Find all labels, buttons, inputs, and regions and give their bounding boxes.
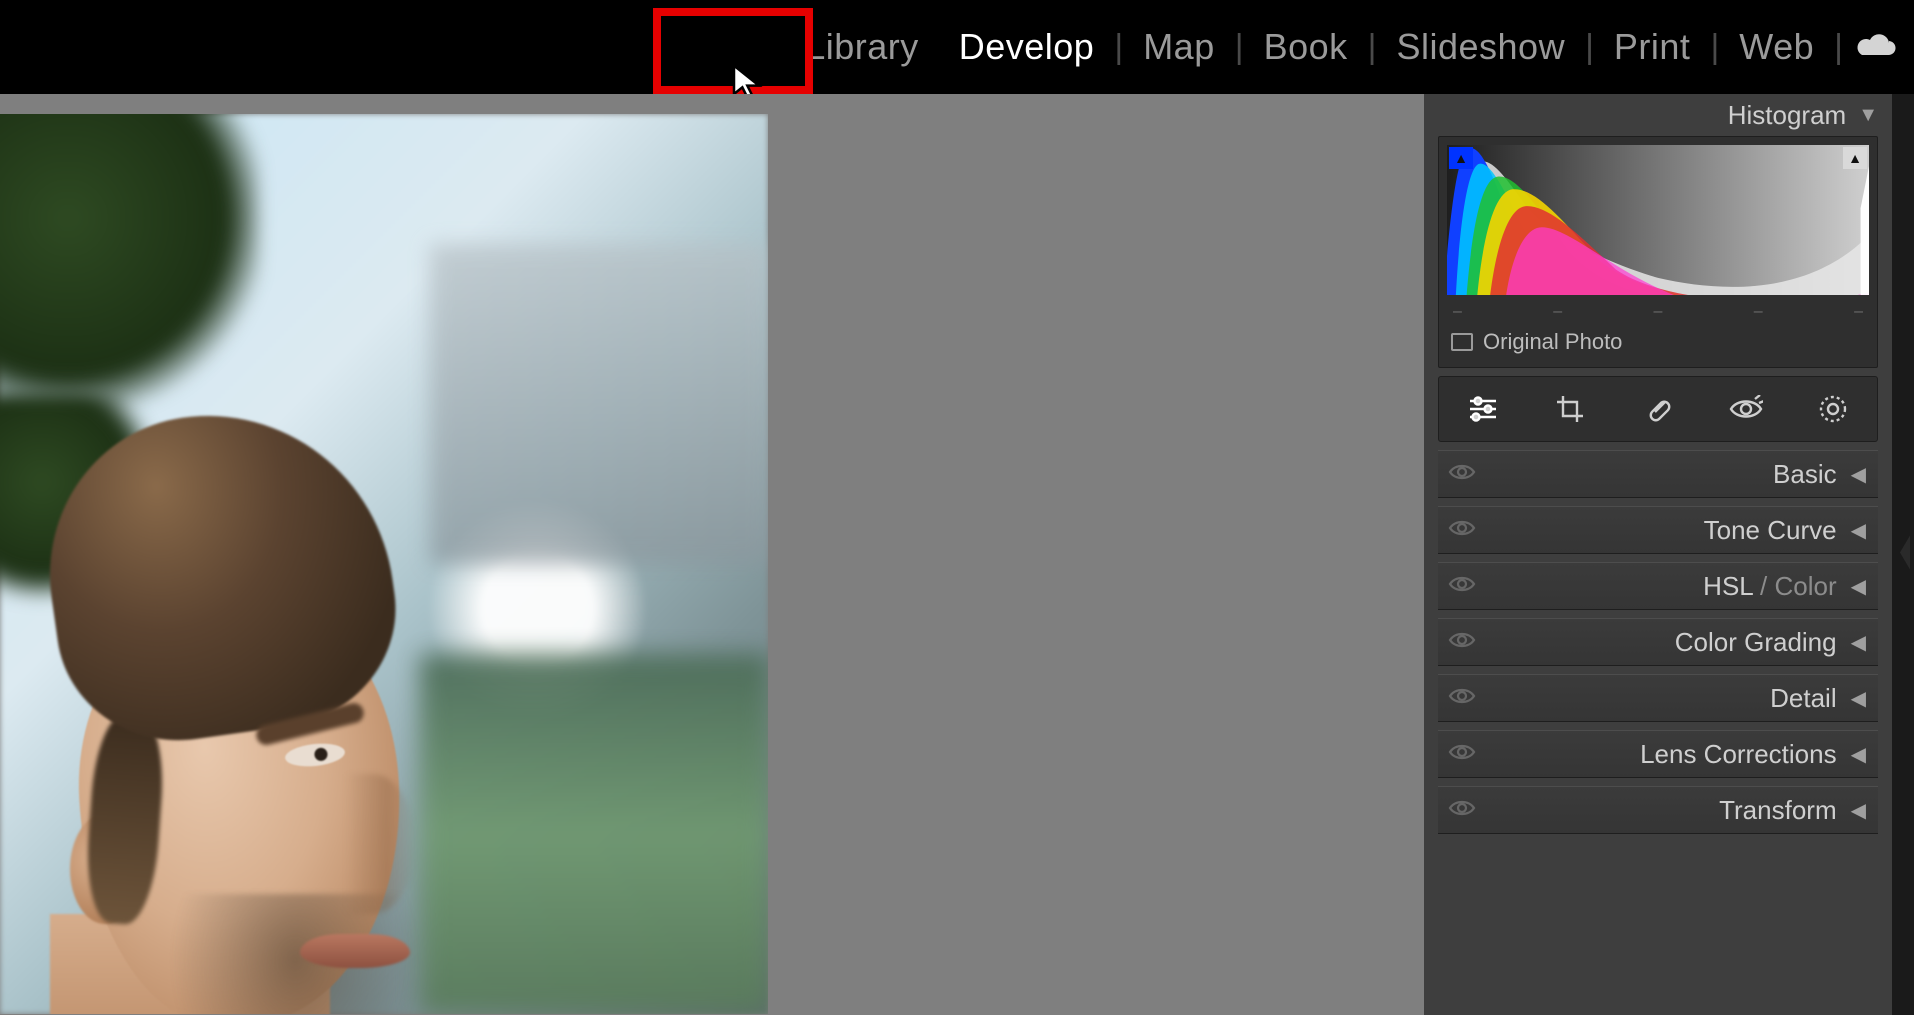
workspace: Histogram ▼ [0,94,1914,1015]
histogram-tick: – [1453,303,1462,321]
histogram-region-ticks: ––––– [1439,295,1877,327]
panel-header-hsl-color[interactable]: HSL / Color ◀ [1438,562,1878,610]
edit-tool-icon[interactable] [1463,389,1503,429]
panel-label: Detail [1770,683,1836,714]
module-tab-print[interactable]: Print [1594,29,1711,65]
panel-visibility-eye-icon[interactable] [1448,462,1476,487]
panel-header-tone-curve[interactable]: Tone Curve ◀ [1438,506,1878,554]
module-tab-web[interactable]: Web [1719,29,1834,65]
develop-right-panel: Histogram ▼ [1424,94,1914,1015]
highlight-clipping-toggle[interactable]: ▲ [1843,147,1867,169]
panel-label: Color Grading [1675,627,1837,658]
collapse-triangle-icon: ▼ [1858,104,1878,127]
module-separator: | [1368,30,1377,64]
panel-visibility-eye-icon[interactable] [1448,742,1476,767]
healing-tool-icon[interactable] [1638,389,1678,429]
module-picker-bar: LibraryDevelop|Map|Book|Slideshow|Print|… [0,0,1914,94]
original-photo-indicator[interactable]: Original Photo [1439,327,1877,367]
module-tab-slideshow[interactable]: Slideshow [1376,29,1585,65]
panel-label: Transform [1719,795,1837,826]
histogram-tick: – [1754,303,1763,321]
develop-toolstrip [1438,376,1878,442]
disclosure-triangle-icon: ◀ [1851,574,1866,599]
panel-visibility-eye-icon[interactable] [1448,686,1476,711]
disclosure-triangle-icon: ◀ [1851,742,1866,767]
original-photo-label: Original Photo [1483,329,1622,355]
panel-label: Lens Corrections [1640,739,1837,770]
panel-header-lens-corrections[interactable]: Lens Corrections ◀ [1438,730,1878,778]
disclosure-triangle-icon: ◀ [1851,798,1866,823]
histogram-box[interactable]: ▲ ▲ – – – – – Original Photo [1438,136,1878,368]
panel-label: Tone Curve [1704,515,1837,546]
disclosure-triangle-icon: ◀ [1851,630,1866,655]
histogram-tick: – [1654,303,1663,321]
panel-header-transform[interactable]: Transform ◀ [1438,786,1878,834]
module-separator: | [1585,30,1594,64]
masking-tool-icon[interactable] [1813,389,1853,429]
histogram-plot[interactable]: ▲ ▲ [1447,145,1869,295]
module-separator: | [1235,30,1244,64]
disclosure-triangle-icon: ◀ [1851,686,1866,711]
panel-collapse-handle-icon[interactable] [1896,533,1912,576]
right-scroll-gutter[interactable] [1892,94,1914,1015]
panel-visibility-eye-icon[interactable] [1448,518,1476,543]
disclosure-triangle-icon: ◀ [1851,518,1866,543]
redeye-tool-icon[interactable] [1726,389,1766,429]
shadow-clipping-toggle[interactable]: ▲ [1449,147,1473,169]
module-separator: | [1114,30,1123,64]
panel-visibility-eye-icon[interactable] [1448,798,1476,823]
module-tab-map[interactable]: Map [1123,29,1235,65]
panel-label: HSL / Color [1703,571,1836,602]
panel-header-color-grading[interactable]: Color Grading ◀ [1438,618,1878,666]
panel-visibility-eye-icon[interactable] [1448,574,1476,599]
image-canvas[interactable] [0,94,1424,1015]
histogram-title: Histogram [1728,100,1846,131]
histogram-header[interactable]: Histogram ▼ [1424,94,1892,136]
module-tab-library[interactable]: Library [785,29,939,65]
histogram-tick: – [1854,303,1863,321]
checkbox-icon [1451,333,1473,351]
panel-header-basic[interactable]: Basic ◀ [1438,450,1878,498]
panel-label: Basic [1773,459,1837,490]
disclosure-triangle-icon: ◀ [1851,462,1866,487]
histogram-tick: – [1553,303,1562,321]
panel-visibility-eye-icon[interactable] [1448,630,1476,655]
module-tab-develop[interactable]: Develop [939,29,1115,65]
crop-tool-icon[interactable] [1550,389,1590,429]
cloud-sync-icon[interactable] [1853,32,1899,62]
panel-header-detail[interactable]: Detail ◀ [1438,674,1878,722]
module-separator: | [1834,30,1843,64]
module-tab-book[interactable]: Book [1244,29,1368,65]
module-separator: | [1710,30,1719,64]
preview-photo [0,114,768,1014]
